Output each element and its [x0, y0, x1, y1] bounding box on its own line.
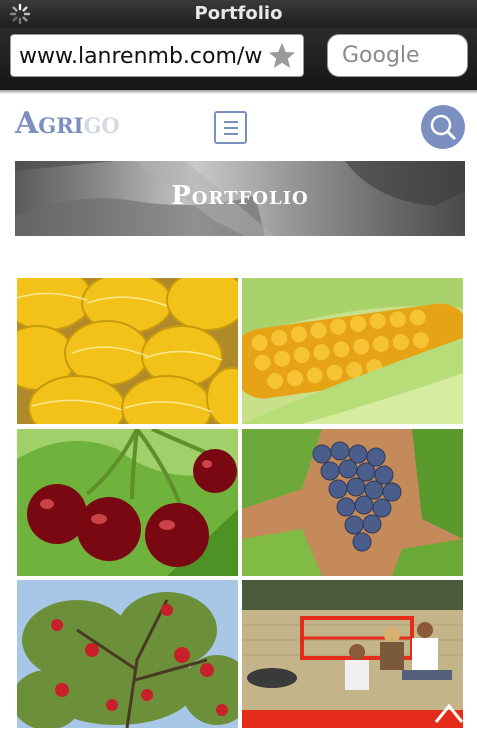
- apples-image: [17, 580, 238, 728]
- url-field[interactable]: www.lanrenmb.com/w: [10, 34, 304, 77]
- menu-toggle-button[interactable]: [214, 111, 247, 144]
- gallery-item-cherries[interactable]: [17, 429, 238, 576]
- farmers-image: [242, 580, 463, 728]
- browser-title: Portfolio: [194, 3, 283, 24]
- page-banner: Portfolio: [15, 161, 465, 236]
- gallery-item-melons[interactable]: [17, 278, 238, 424]
- browser-title-bar: Portfolio: [0, 0, 477, 28]
- search-icon: [430, 114, 456, 140]
- cherries-image: [17, 429, 238, 576]
- gallery-item-apples[interactable]: [17, 580, 238, 728]
- scroll-to-top-icon[interactable]: [432, 698, 466, 726]
- search-placeholder: Google: [342, 43, 420, 68]
- logo-text-primary: Agri: [15, 106, 84, 141]
- page-title: Portfolio: [171, 181, 309, 211]
- logo-text-secondary: go: [83, 106, 120, 141]
- search-button[interactable]: [421, 105, 465, 149]
- search-field[interactable]: Google: [327, 34, 468, 77]
- corn-image: [242, 278, 463, 424]
- gallery-item-corn[interactable]: [242, 278, 463, 424]
- browser-url-bar: www.lanrenmb.com/w Google: [0, 28, 477, 90]
- chrome-shadow: [0, 90, 477, 94]
- bookmark-star-icon[interactable]: [267, 41, 297, 71]
- site-logo[interactable]: Agrigo: [15, 106, 120, 141]
- gallery-item-farmers[interactable]: [242, 580, 463, 728]
- grapes-image: [242, 429, 463, 576]
- melons-image: [17, 278, 238, 424]
- url-text[interactable]: www.lanrenmb.com/w: [19, 44, 269, 69]
- gallery-item-grapes[interactable]: [242, 429, 463, 576]
